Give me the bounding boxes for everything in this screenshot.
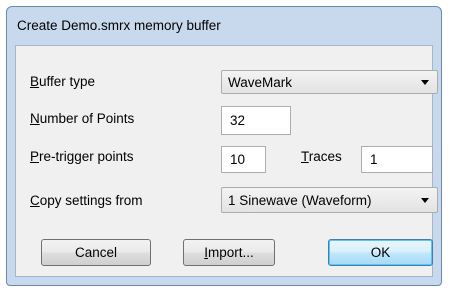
- ok-button[interactable]: OK: [328, 239, 433, 266]
- traces-label-text: races: [308, 149, 342, 164]
- buffer-type-select[interactable]: WaveMark: [221, 70, 438, 94]
- chevron-down-icon: [421, 198, 429, 203]
- import-button-label: mport...: [208, 245, 254, 260]
- dialog-client-area: Buffer type WaveMark Number of Points 32…: [15, 45, 438, 277]
- number-of-points-label: Number of Points: [30, 111, 134, 126]
- copy-settings-from-select[interactable]: 1 Sinewave (Waveform): [221, 187, 438, 213]
- buffer-type-accel-key: B: [30, 74, 40, 89]
- pre-trigger-points-accel-key: P: [30, 149, 40, 164]
- pre-trigger-points-label: Pre-trigger points: [30, 149, 134, 164]
- title-bar[interactable]: Create Demo.smrx memory buffer: [7, 7, 441, 45]
- number-of-points-label-text: umber of Points: [39, 111, 135, 126]
- traces-input[interactable]: 1: [361, 146, 433, 173]
- dialog-window: Create Demo.smrx memory buffer Buffer ty…: [6, 6, 442, 286]
- pre-trigger-points-input[interactable]: 10: [221, 146, 266, 173]
- cancel-button[interactable]: Cancel: [41, 239, 151, 266]
- dialog-title: Create Demo.smrx memory buffer: [17, 18, 221, 33]
- buffer-type-label-text: uffer type: [39, 74, 96, 89]
- number-of-points-accel-key: N: [30, 111, 40, 126]
- traces-label: Traces: [301, 149, 342, 164]
- buffer-type-label: Buffer type: [30, 74, 95, 89]
- copy-settings-from-accel-key: C: [30, 193, 40, 208]
- buffer-type-value: WaveMark: [228, 75, 293, 90]
- traces-accel-key: T: [301, 149, 309, 164]
- number-of-points-input[interactable]: 32: [221, 106, 291, 135]
- pre-trigger-points-label-text: re-trigger points: [39, 149, 134, 164]
- copy-settings-from-label: Copy settings from: [30, 193, 143, 208]
- import-button[interactable]: Import...: [183, 239, 275, 266]
- copy-settings-from-value: 1 Sinewave (Waveform): [228, 193, 372, 208]
- chevron-down-icon: [421, 80, 429, 85]
- copy-settings-from-label-text: opy settings from: [39, 193, 143, 208]
